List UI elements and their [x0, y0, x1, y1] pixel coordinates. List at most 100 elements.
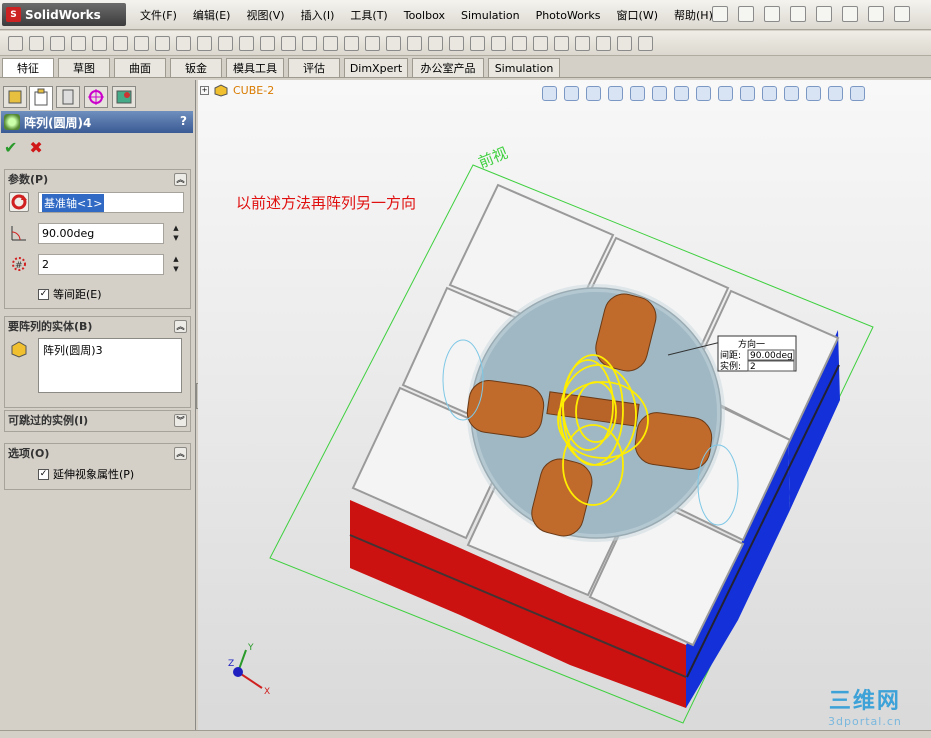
- open-document-icon[interactable]: [764, 6, 780, 22]
- feature-title: 阵列(圆周)4: [24, 115, 92, 130]
- ok-button[interactable]: ✔: [4, 138, 17, 158]
- help-button[interactable]: ?: [180, 114, 187, 128]
- extrude-cut-icon[interactable]: [92, 35, 107, 51]
- reverse-direction-button[interactable]: [9, 192, 29, 212]
- instances-spinner[interactable]: ▲ ▼: [170, 254, 182, 275]
- tab-dimxpert[interactable]: DimXpert: [344, 58, 408, 77]
- dimxpert-icon: [88, 89, 104, 105]
- draft-icon[interactable]: [260, 35, 275, 51]
- menu-toolbox[interactable]: Toolbox: [404, 9, 445, 22]
- main-menu: 文件(F) 编辑(E) 视图(V) 插入(I) 工具(T) Toolbox Si…: [140, 0, 729, 30]
- pattern-axis-field[interactable]: 基准轴<1>: [38, 192, 184, 213]
- expand-chevron-icon[interactable]: ︾: [174, 413, 187, 427]
- bodies-group-header[interactable]: 要阵列的实体(B) ︽: [5, 317, 190, 335]
- collapse-chevron-icon[interactable]: ︽: [174, 172, 187, 186]
- tab-features[interactable]: 特征: [2, 58, 54, 77]
- watermark-logo: 三维网: [828, 689, 901, 714]
- rebuild-icon[interactable]: [894, 6, 910, 22]
- cancel-button[interactable]: ✖: [29, 138, 42, 158]
- deform-icon[interactable]: [491, 35, 506, 51]
- skip-group-title: 可跳过的实例(I): [8, 414, 89, 427]
- callout-title: 方向一: [738, 338, 765, 350]
- sweep-icon[interactable]: [50, 35, 65, 51]
- reference-geometry-icon[interactable]: [596, 35, 611, 51]
- menu-insert[interactable]: 插入(I): [301, 7, 335, 23]
- configuration-manager-tab[interactable]: [56, 86, 80, 108]
- instant3d-icon[interactable]: [638, 35, 653, 51]
- angle-spinner[interactable]: ▲ ▼: [170, 223, 182, 244]
- pin-icon[interactable]: [712, 6, 728, 22]
- angle-field[interactable]: 90.00deg: [38, 223, 164, 244]
- delete-face-icon[interactable]: [575, 35, 590, 51]
- collapse-chevron-icon[interactable]: ︽: [174, 319, 187, 333]
- mirror-icon[interactable]: [323, 35, 338, 51]
- propagate-visual-checkbox[interactable]: ✓ 延伸视象属性(P): [38, 466, 134, 482]
- new-document-icon[interactable]: [738, 6, 754, 22]
- feature-manager-tab[interactable]: [3, 86, 27, 108]
- tab-simulation[interactable]: Simulation: [488, 58, 560, 77]
- loft-icon[interactable]: [71, 35, 86, 51]
- wrap-icon[interactable]: [512, 35, 527, 51]
- dome-icon[interactable]: [344, 35, 359, 51]
- menu-simulation[interactable]: Simulation: [461, 9, 520, 22]
- linear-pattern-icon[interactable]: [302, 35, 317, 51]
- split-icon[interactable]: [386, 35, 401, 51]
- tab-sketch[interactable]: 草图: [58, 58, 110, 77]
- circular-pattern-icon: [4, 114, 20, 130]
- cylinder-icon[interactable]: [449, 35, 464, 51]
- list-item[interactable]: 阵列(圆周)3: [43, 342, 177, 358]
- curves-icon[interactable]: [617, 35, 632, 51]
- dimxpert-manager-tab[interactable]: [84, 86, 108, 108]
- graphics-area[interactable]: + CUBE-2 以前述方法再阵列另一方向 前视 方向一 间距: 90.00de…: [198, 80, 931, 738]
- select-icon[interactable]: [868, 6, 884, 22]
- save-icon[interactable]: [790, 6, 806, 22]
- sphere-icon[interactable]: [470, 35, 485, 51]
- callout-instances-value[interactable]: 2: [750, 362, 756, 372]
- standard-toolbar: [712, 6, 910, 22]
- menu-file[interactable]: 文件(F): [140, 7, 177, 23]
- print-icon[interactable]: [816, 6, 832, 22]
- collapse-chevron-icon[interactable]: ︽: [174, 446, 187, 460]
- parameters-group-header[interactable]: 参数(P) ︽: [5, 170, 190, 188]
- tab-surfaces[interactable]: 曲面: [114, 58, 166, 77]
- feature-tree-icon: [8, 90, 22, 104]
- combine-icon[interactable]: [365, 35, 380, 51]
- tab-sheet-metal[interactable]: 钣金: [170, 58, 222, 77]
- flex-icon[interactable]: [533, 35, 548, 51]
- display-manager-tab[interactable]: [112, 86, 136, 108]
- tab-evaluate[interactable]: 评估: [288, 58, 340, 77]
- property-manager-panel: 阵列(圆周)4 ? ✔ ✖ 参数(P) ︽ 基准轴<1> 90.00deg ▲ …: [0, 80, 196, 738]
- instances-field[interactable]: 2: [38, 254, 164, 275]
- tab-mold-tools[interactable]: 模具工具: [226, 58, 284, 77]
- menu-window[interactable]: 窗口(W): [617, 7, 658, 23]
- menu-help[interactable]: 帮助(H): [674, 7, 713, 23]
- extrude-boss-icon[interactable]: [8, 35, 23, 51]
- status-bar: [0, 730, 931, 738]
- callout-spacing-value[interactable]: 90.00deg: [750, 351, 793, 361]
- menu-view[interactable]: 视图(V): [246, 7, 284, 23]
- solidworks-logo[interactable]: S SolidWorks: [2, 3, 126, 26]
- move-body-icon[interactable]: [407, 35, 422, 51]
- revolve-cut-icon[interactable]: [113, 35, 128, 51]
- equal-spacing-checkbox[interactable]: ✓ 等间距(E): [38, 286, 102, 302]
- revolve-boss-icon[interactable]: [29, 35, 44, 51]
- menu-edit[interactable]: 编辑(E): [193, 7, 231, 23]
- undo-icon[interactable]: [842, 6, 858, 22]
- loft-cut-icon[interactable]: [155, 35, 170, 51]
- sweep-cut-icon[interactable]: [134, 35, 149, 51]
- property-manager-tab[interactable]: [29, 86, 53, 110]
- options-group: 选项(O) ︽ ✓ 延伸视象属性(P): [4, 443, 191, 490]
- rib-icon[interactable]: [218, 35, 233, 51]
- menu-tools[interactable]: 工具(T): [350, 7, 387, 23]
- hole-wizard-icon[interactable]: [281, 35, 296, 51]
- fillet-icon[interactable]: [176, 35, 191, 51]
- options-group-header[interactable]: 选项(O) ︽: [5, 444, 190, 462]
- menu-photoworks[interactable]: PhotoWorks: [536, 9, 601, 22]
- bodies-list[interactable]: 阵列(圆周)3: [38, 338, 182, 393]
- shell-icon[interactable]: [239, 35, 254, 51]
- intersect-icon[interactable]: [428, 35, 443, 51]
- chamfer-icon[interactable]: [197, 35, 212, 51]
- tab-office-products[interactable]: 办公室产品: [412, 58, 484, 77]
- freeform-icon[interactable]: [554, 35, 569, 51]
- skip-group-header[interactable]: 可跳过的实例(I) ︾: [5, 411, 190, 429]
